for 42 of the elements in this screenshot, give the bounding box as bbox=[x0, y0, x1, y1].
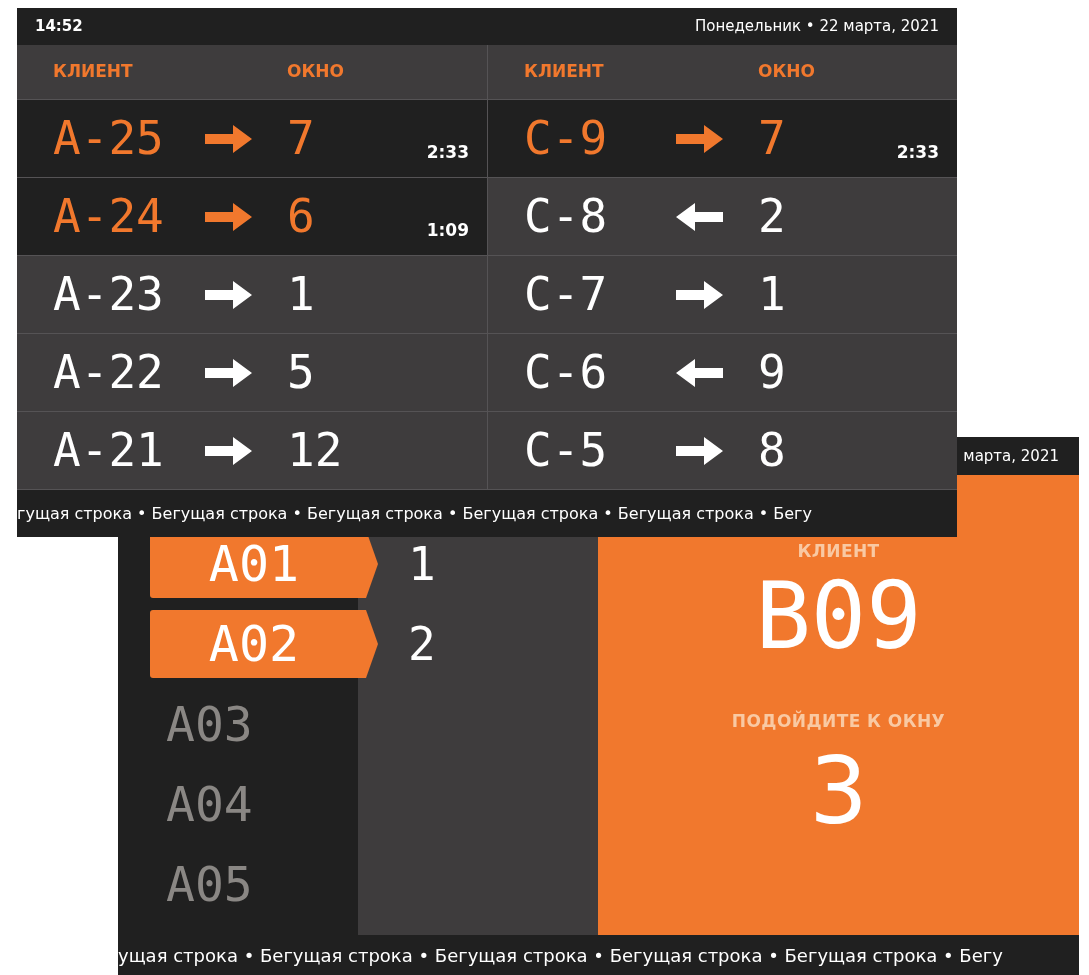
window-number: 5 bbox=[287, 344, 315, 401]
ticket-number: A-21 bbox=[53, 422, 164, 479]
window-number: 2 bbox=[758, 188, 786, 245]
timer-text: 2:33 bbox=[426, 141, 469, 164]
date-text: марта, 2021 bbox=[963, 445, 1059, 467]
ticket-number: C-9 bbox=[524, 110, 608, 167]
ticker-text: гущая строка • Бегущая строка • Бегущая строка • Бегущая строка • Бегущая строка • Бегу bbox=[17, 502, 812, 525]
window-number: 6 bbox=[287, 188, 315, 245]
ticket-number: C-6 bbox=[524, 344, 608, 401]
column-heading: ОКНО bbox=[758, 60, 816, 84]
clock-text: 14:52 bbox=[35, 16, 83, 38]
window-number: 7 bbox=[758, 110, 786, 167]
window-number: 9 bbox=[758, 344, 786, 401]
ticket-number: A-22 bbox=[53, 344, 164, 401]
ticker-text: ущая строка • Бегущая строка • Бегущая строка • Бегущая строка • Бегущая строка • Бегу bbox=[118, 943, 1003, 968]
ticket-number: C-5 bbox=[524, 422, 608, 479]
date-text: Понедельник • 22 марта, 2021 bbox=[694, 16, 939, 38]
ticket-number: A-24 bbox=[53, 188, 164, 245]
window-number: 1 bbox=[758, 266, 786, 323]
ticket-number: C-8 bbox=[524, 188, 608, 245]
window-number: 8 bbox=[758, 422, 786, 479]
timer-text: 2:33 bbox=[896, 141, 939, 164]
window-number: 1 bbox=[408, 535, 436, 593]
waiting-ticket: A03 bbox=[166, 695, 253, 754]
column-heading: КЛИЕНТ bbox=[524, 60, 604, 84]
window-number: 2 bbox=[408, 615, 436, 673]
window-number: 7 bbox=[287, 110, 315, 167]
ticket-number: A-23 bbox=[53, 266, 164, 323]
ticket-number: A-25 bbox=[53, 110, 164, 167]
timer-text: 1:09 bbox=[426, 219, 469, 242]
prompt-text: ПОДОЙДИТЕ К ОКНУ bbox=[731, 709, 946, 733]
client-ticket: B09 bbox=[755, 570, 922, 663]
column-heading: КЛИЕНТ bbox=[53, 60, 133, 84]
client-label: КЛИЕНТ bbox=[797, 540, 880, 563]
window-number: 3 bbox=[809, 746, 868, 838]
chevron-icon bbox=[358, 610, 378, 678]
window-number: 12 bbox=[287, 422, 343, 479]
window-number: 1 bbox=[287, 266, 315, 323]
ticket-number: C-7 bbox=[524, 266, 608, 323]
waiting-ticket: A04 bbox=[166, 775, 253, 834]
waiting-ticket: A05 bbox=[166, 855, 253, 914]
column-heading: ОКНО bbox=[287, 60, 345, 84]
